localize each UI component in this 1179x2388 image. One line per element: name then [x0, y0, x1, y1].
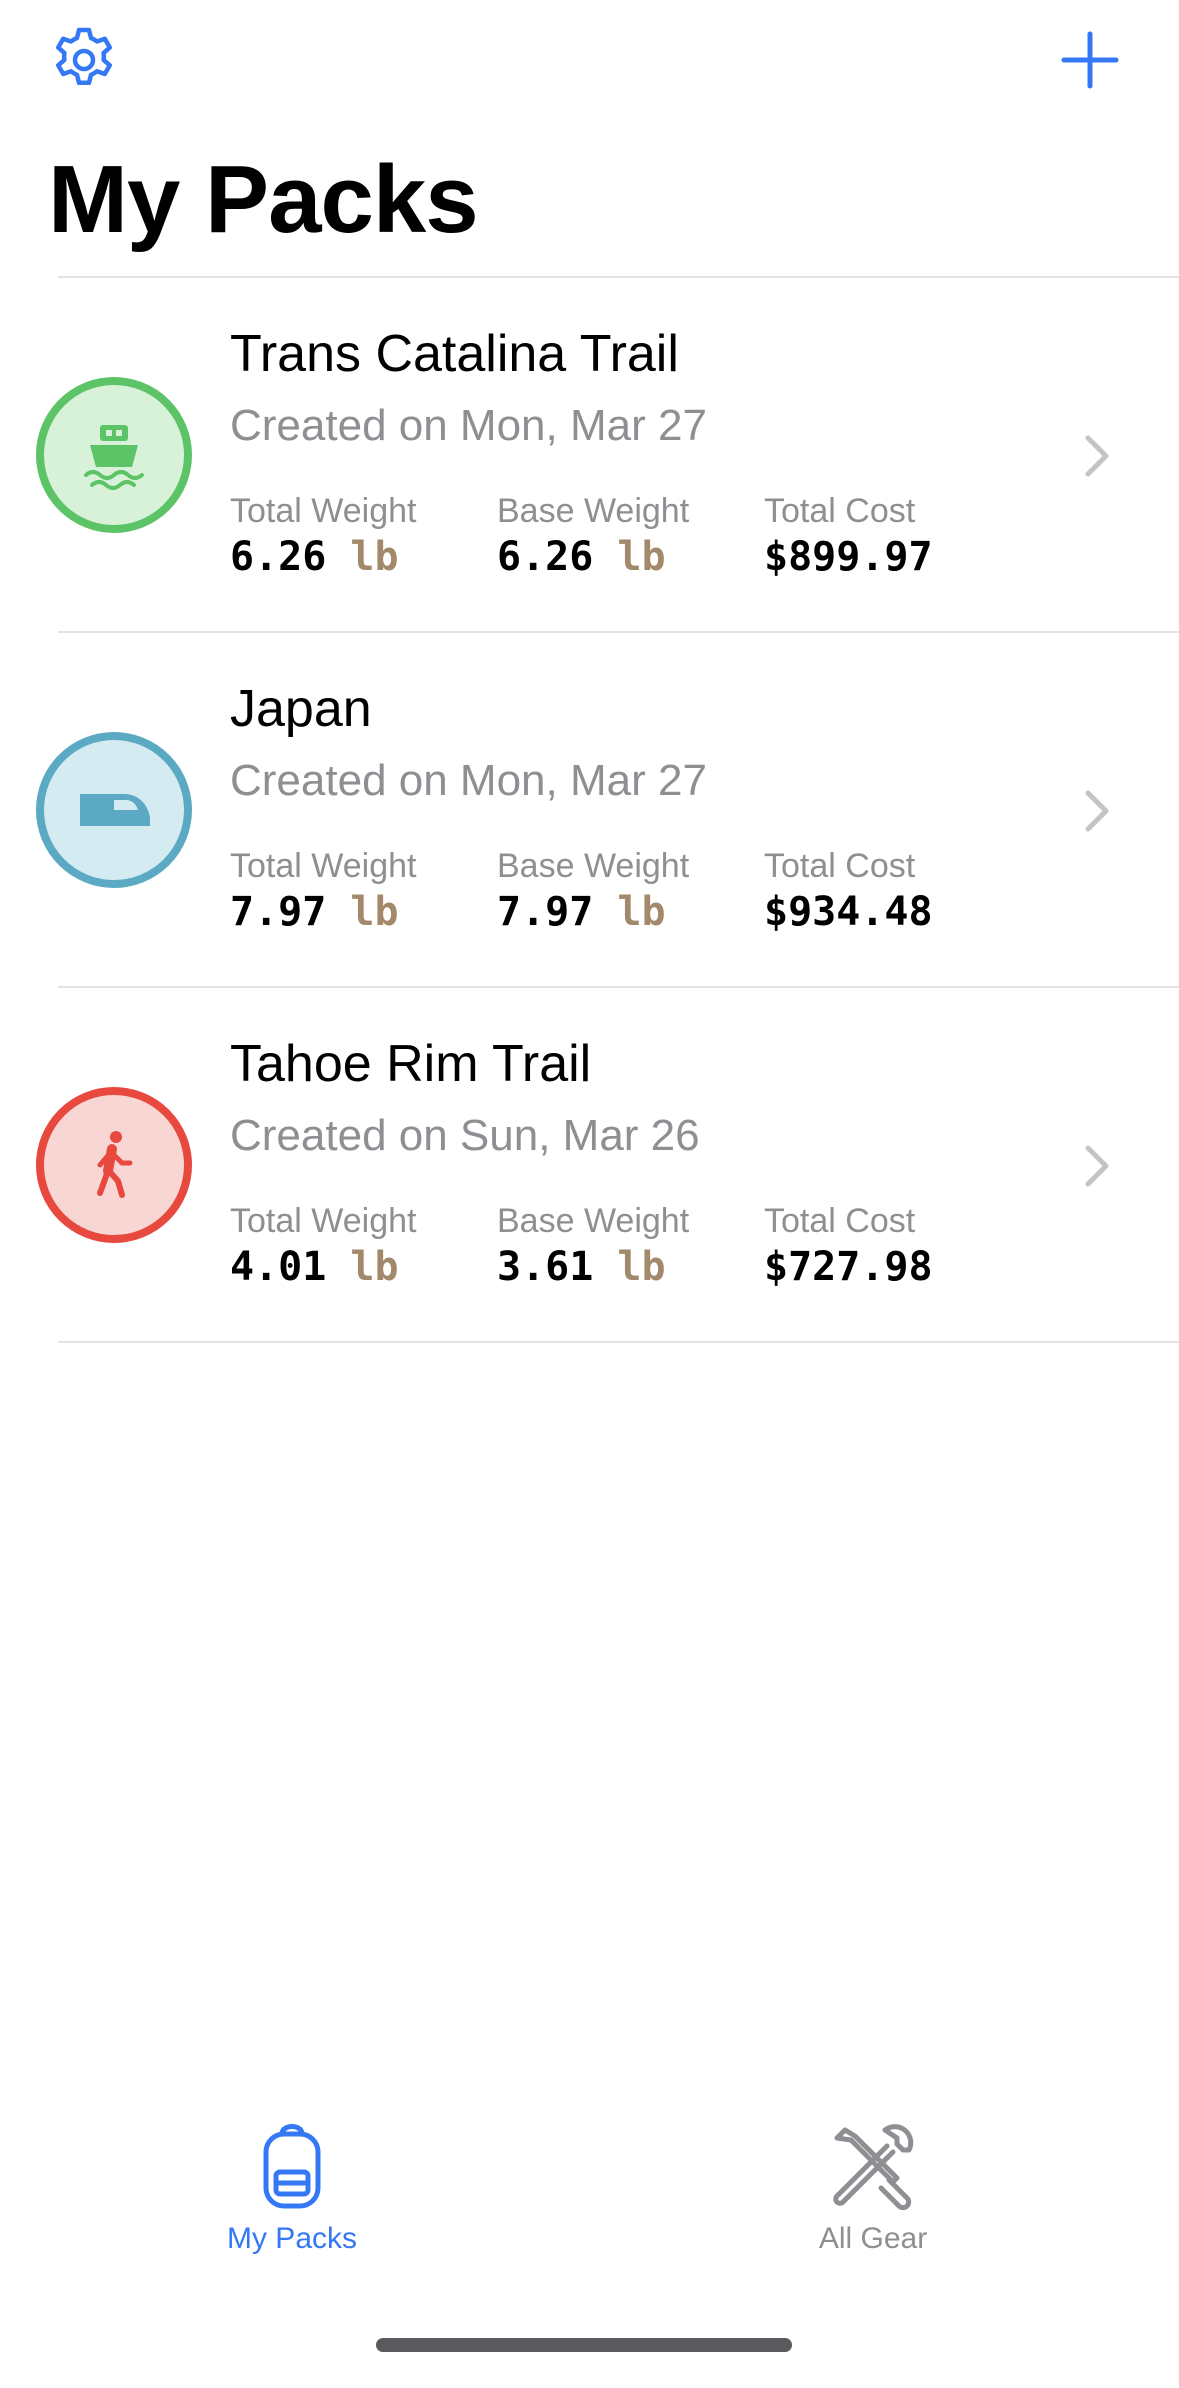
- divider: [58, 1341, 1179, 1343]
- total-cost-stat: Total Cost $899.97: [764, 490, 933, 582]
- chevron-right-icon: [1085, 790, 1109, 832]
- stat-label: Base Weight: [497, 847, 690, 885]
- tab-bar: My Packs All Gear: [0, 2120, 1179, 2320]
- pack-created-date: Created on Mon, Mar 27: [230, 401, 707, 450]
- pack-created-date: Created on Mon, Mar 27: [230, 756, 707, 805]
- stat-value: 4.01 lb: [230, 1244, 399, 1290]
- base-weight-stat: Base Weight 6.26 lb: [497, 490, 689, 582]
- total-cost-stat: Total Cost $727.98: [764, 1200, 933, 1292]
- stat-value: 7.97 lb: [497, 889, 666, 935]
- train-icon: [80, 794, 150, 826]
- stat-label: Base Weight: [497, 1202, 690, 1240]
- ferry-icon: [84, 425, 144, 490]
- pack-name: Trans Catalina Trail: [230, 325, 679, 383]
- stat-value: 6.26 lb: [497, 534, 666, 580]
- stat-label: Total Cost: [764, 1202, 916, 1240]
- total-weight-stat: Total Weight 4.01 lb: [230, 1200, 416, 1292]
- stat-value: 3.61 lb: [497, 1244, 666, 1290]
- pack-row-trans-catalina[interactable]: Trans Catalina Trail Created on Mon, Mar…: [0, 278, 1179, 634]
- stat-label: Total Cost: [764, 492, 916, 530]
- pack-icon-circle: [36, 1087, 192, 1243]
- stat-value: 7.97 lb: [230, 889, 399, 935]
- pack-name: Tahoe Rim Trail: [230, 1035, 592, 1093]
- add-pack-button[interactable]: [1050, 20, 1130, 100]
- stat-label: Total Cost: [764, 847, 916, 885]
- home-indicator: [376, 2338, 792, 2352]
- pack-icon-circle: [36, 377, 192, 533]
- stat-value: $727.98: [764, 1244, 933, 1290]
- stat-label: Total Weight: [230, 1202, 417, 1240]
- pack-name: Japan: [230, 680, 372, 738]
- stat-value: 6.26 lb: [230, 534, 399, 580]
- tab-my-packs[interactable]: My Packs: [162, 2120, 422, 2280]
- total-weight-stat: Total Weight 7.97 lb: [230, 845, 416, 937]
- settings-button[interactable]: [44, 20, 124, 100]
- tab-label: All Gear: [818, 2222, 928, 2255]
- gear-icon: [55, 27, 113, 86]
- base-weight-stat: Base Weight 7.97 lb: [497, 845, 689, 937]
- total-weight-stat: Total Weight 6.26 lb: [230, 490, 416, 582]
- pack-row-tahoe-rim[interactable]: Tahoe Rim Trail Created on Sun, Mar 26 T…: [0, 988, 1179, 1344]
- backpack-icon: [263, 2124, 321, 2209]
- stat-value: $934.48: [764, 889, 933, 935]
- chevron-right-icon: [1085, 435, 1109, 477]
- pack-row-japan[interactable]: Japan Created on Mon, Mar 27 Total Weigh…: [0, 633, 1179, 989]
- plus-icon: [1061, 31, 1119, 89]
- hiker-icon: [97, 1131, 133, 1198]
- stat-label: Total Weight: [230, 847, 417, 885]
- tab-label: My Packs: [226, 2222, 358, 2255]
- chevron-right-icon: [1085, 1145, 1109, 1187]
- tab-all-gear[interactable]: All Gear: [743, 2120, 1003, 2280]
- stat-label: Base Weight: [497, 492, 690, 530]
- pack-icon-circle: [36, 732, 192, 888]
- stat-value: $899.97: [764, 534, 933, 580]
- tools-icon: [833, 2124, 914, 2211]
- stat-label: Total Weight: [230, 492, 417, 530]
- total-cost-stat: Total Cost $934.48: [764, 845, 933, 937]
- base-weight-stat: Base Weight 3.61 lb: [497, 1200, 689, 1292]
- page-title: My Packs: [48, 146, 479, 253]
- pack-created-date: Created on Sun, Mar 26: [230, 1111, 700, 1160]
